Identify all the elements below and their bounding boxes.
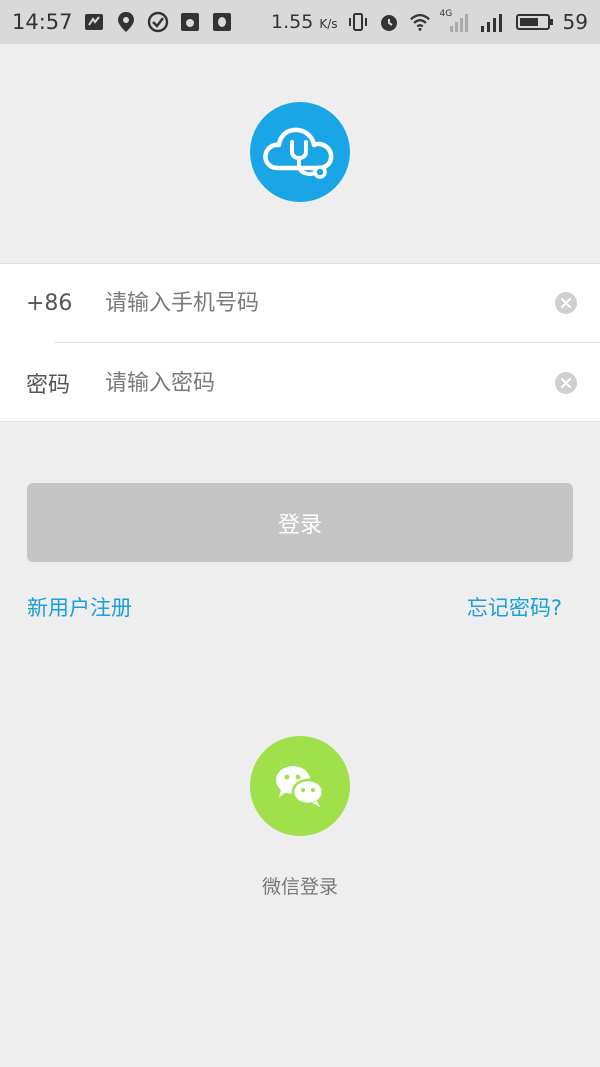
close-icon: [561, 378, 571, 388]
signal-icon: [479, 11, 507, 33]
form-divider: [54, 342, 600, 343]
location-du-icon: [115, 11, 137, 33]
squirrel-notification-icon: [179, 11, 201, 33]
cloud-stethoscope-icon: [263, 127, 334, 179]
login-form: +86 密码: [0, 263, 600, 422]
wifi-icon: [409, 11, 431, 33]
network-speed-unit: K/s: [319, 17, 338, 31]
close-icon: [561, 298, 571, 308]
check-circle-icon: [147, 11, 169, 33]
status-left: 14:57: [12, 10, 233, 34]
password-row: 密码: [0, 344, 600, 422]
wechat-login-label[interactable]: 微信登录: [0, 872, 600, 899]
wechat-login-button[interactable]: [250, 736, 350, 836]
bird-notification-icon: [83, 11, 105, 33]
alarm-icon: [378, 11, 400, 33]
phone-row: +86: [0, 264, 600, 342]
signal-4g-icon: 4G: [439, 9, 470, 33]
phone-input[interactable]: [105, 283, 525, 323]
qq-notification-icon: [211, 11, 233, 33]
battery-icon: [515, 11, 554, 33]
status-right: 1.55 K/s 4G 59: [271, 9, 588, 34]
vibrate-icon: [347, 11, 369, 33]
network-speed-value: 1.55: [271, 11, 314, 33]
wechat-icon: [276, 766, 325, 807]
battery-percent: 59: [562, 10, 588, 34]
status-bar: 14:57 1.55 K/s 4G 59: [0, 0, 600, 44]
clear-password-button[interactable]: [555, 372, 577, 394]
country-code-prefix[interactable]: +86: [26, 291, 72, 316]
password-input[interactable]: [105, 363, 525, 403]
password-label: 密码: [26, 373, 71, 398]
clear-phone-button[interactable]: [555, 292, 577, 314]
login-button[interactable]: 登录: [27, 483, 573, 562]
forgot-password-link[interactable]: 忘记密码?: [467, 592, 562, 622]
register-link[interactable]: 新用户注册: [27, 592, 132, 622]
app-logo: [250, 102, 350, 202]
status-time: 14:57: [12, 10, 73, 34]
network-speed: 1.55 K/s: [271, 11, 338, 33]
network-type-label: 4G: [439, 9, 453, 19]
